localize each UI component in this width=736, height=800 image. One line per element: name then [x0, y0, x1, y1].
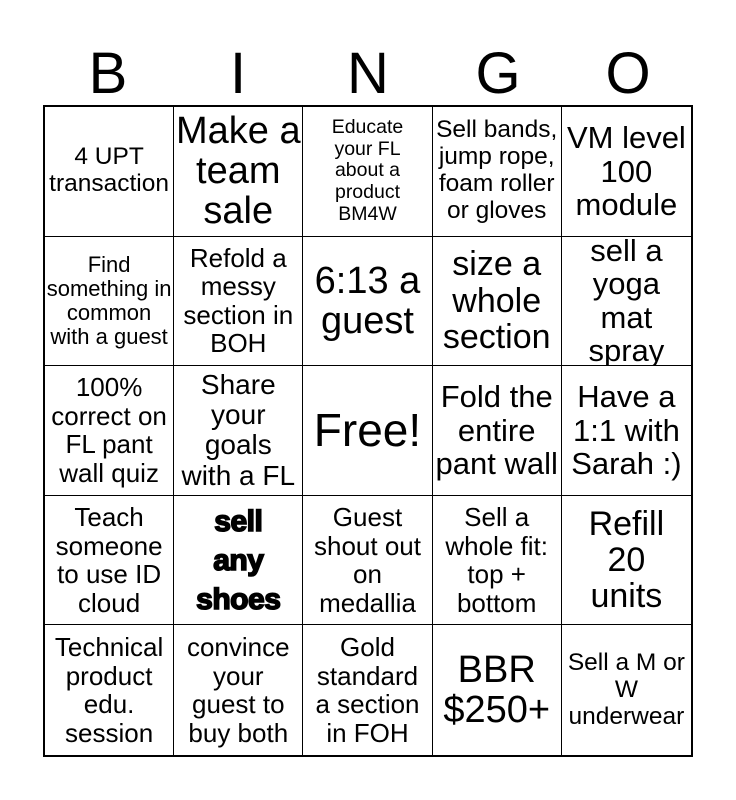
bingo-cell-r1c4[interactable]: Sell bands, jump rope, foam roller or gl…: [432, 107, 562, 237]
bingo-cell-r3c5[interactable]: Have a 1:1 with Sarah :): [561, 366, 691, 496]
bingo-cell-text: size a whole section: [442, 245, 551, 357]
bingo-cell-text: Technical product edu. session: [54, 632, 164, 748]
bingo-cell-text: Refold a messy section in BOH: [183, 242, 294, 359]
bingo-cell-text: Refill 20 units: [588, 504, 665, 616]
bingo-cell-text: Have a 1:1 with Sarah :): [571, 379, 682, 482]
bingo-cell-r4c4[interactable]: Sell a whole fit: top + bottom: [432, 495, 562, 626]
bingo-cell-r3c4[interactable]: Fold the entire pant wall: [432, 366, 562, 496]
bingo-cell-text: Sell bands, jump rope, foam roller or gl…: [436, 116, 558, 225]
bingo-cell-text: Gold standard a section in FOH: [315, 632, 420, 748]
bingo-cell-r5c4[interactable]: BBR $250+: [432, 625, 562, 755]
bingo-cell-r3c1[interactable]: 100% correct on FL pant wall quiz: [45, 366, 175, 496]
bingo-cell-r4c2[interactable]: sell any shoes: [174, 495, 304, 626]
bingo-cell-text: VM level 100 module: [566, 120, 686, 223]
bingo-cell-text: Make a team sale: [175, 109, 301, 233]
bingo-cell-text: Find something in common with a guest: [46, 251, 172, 350]
bingo-cell-r3c2[interactable]: Share your goals with a FL: [174, 366, 304, 496]
bingo-cell-text: sell a yoga mat spray: [588, 236, 665, 367]
bingo-cell-text: convince your guest to buy both: [186, 632, 290, 748]
bingo-cell-r4c1[interactable]: Teach someone to use ID cloud: [45, 495, 175, 626]
bingo-cell-text: Guest shout out on medallia: [314, 501, 421, 618]
bingo-cell-text: Share your goals with a FL: [181, 369, 296, 491]
bingo-cell-text: 100% correct on FL pant wall quiz: [51, 372, 167, 489]
bingo-cell-r3c3[interactable]: Free!: [303, 366, 433, 496]
bingo-header: BINGO: [43, 22, 693, 105]
bingo-cell-r4c5[interactable]: Refill 20 units: [561, 495, 691, 626]
bingo-cell-r1c5[interactable]: VM level 100 module: [561, 107, 691, 237]
bingo-cell-r2c3[interactable]: 6:13 a guest: [303, 236, 433, 367]
bingo-cell-text: BBR $250+: [443, 648, 551, 732]
bingo-cell-r1c3[interactable]: Educate your FL about a product BM4W: [303, 107, 433, 237]
bingo-cell-text: sell any shoes: [195, 504, 281, 617]
bingo-cell-text: Sell a M or W underwear: [567, 648, 685, 730]
bingo-cell-r5c2[interactable]: convince your guest to buy both: [174, 625, 304, 755]
bingo-header-letter-g: G: [475, 41, 521, 106]
bingo-cell-text: 6:13 a guest: [314, 259, 421, 342]
bingo-cell-r5c3[interactable]: Gold standard a section in FOH: [303, 625, 433, 755]
bingo-cell-text: Teach someone to use ID cloud: [55, 501, 163, 618]
bingo-cell-text: Fold the entire pant wall: [435, 379, 558, 482]
bingo-cell-r2c2[interactable]: Refold a messy section in BOH: [174, 236, 304, 367]
bingo-cell-text: Educate your FL about a product BM4W: [331, 115, 404, 226]
bingo-cell-text: Sell a whole fit: top + bottom: [445, 501, 548, 618]
bingo-cell-r4c3[interactable]: Guest shout out on medallia: [303, 495, 433, 626]
bingo-header-letter-o: O: [605, 41, 651, 106]
bingo-cell-text: Free!: [313, 403, 422, 456]
bingo-cell-r2c5[interactable]: sell a yoga mat spray: [561, 236, 691, 367]
bingo-cell-r2c4[interactable]: size a whole section: [432, 236, 562, 367]
bingo-header-letter-n: N: [347, 41, 389, 106]
bingo-grid: 4 UPT transaction Make a team sale Educate…: [43, 105, 693, 757]
bingo-cell-r1c1[interactable]: 4 UPT transaction: [45, 107, 175, 237]
bingo-cell-r1c2[interactable]: Make a team sale: [174, 107, 304, 237]
bingo-header-letter-i: I: [229, 41, 247, 106]
bingo-cell-r5c1[interactable]: Technical product edu. session: [45, 625, 175, 755]
bingo-cell-text: 4 UPT transaction: [49, 143, 170, 198]
bingo-cell-r5c5[interactable]: Sell a M or W underwear: [561, 625, 691, 755]
bingo-card: B I N G O 4 UPT transaction Make a team sale E…: [0, 0, 736, 800]
bingo-cell-r2c1[interactable]: Find something in common with a guest: [45, 236, 175, 367]
bingo-header-letter-b: B: [88, 41, 128, 106]
